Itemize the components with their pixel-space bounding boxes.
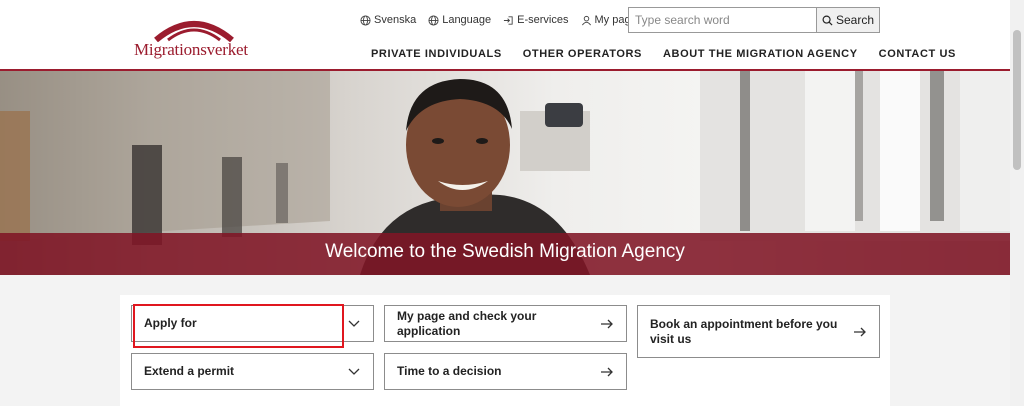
hero-title: Welcome to the Swedish Migration Agency: [325, 241, 685, 262]
nav-private-individuals[interactable]: PRIVATE INDIVIDUALS: [371, 48, 502, 60]
card-label: Book an appointment before you visit us: [650, 316, 838, 346]
scrollbar-thumb[interactable]: [1013, 30, 1021, 170]
top-link-label: Svenska: [374, 14, 417, 26]
card-label: Apply for: [144, 316, 197, 330]
arrow-right-icon: [853, 325, 867, 339]
top-link-label: E-services: [517, 14, 569, 26]
chevron-down-icon: [347, 317, 361, 331]
globe-icon: [360, 14, 371, 26]
site-header: Migrationsverket Svenska Language E-serv…: [0, 0, 1010, 70]
my-page-check-application-link[interactable]: My page and check your application: [384, 305, 627, 342]
page: Migrationsverket Svenska Language E-serv…: [0, 0, 1024, 406]
top-links: Svenska Language E-services My page: [360, 14, 637, 26]
apply-for-dropdown[interactable]: Apply for: [131, 305, 374, 342]
card-label: My page and check your application: [397, 308, 537, 338]
arrow-right-icon: [600, 365, 614, 379]
search-button[interactable]: Search: [816, 7, 880, 33]
logo-text: Migrationsverket: [134, 40, 248, 59]
language-svenska-link[interactable]: Svenska: [360, 14, 416, 26]
logo[interactable]: Migrationsverket: [134, 14, 248, 60]
language-link[interactable]: Language: [428, 14, 491, 26]
nav-about-agency[interactable]: ABOUT THE MIGRATION AGENCY: [663, 48, 858, 60]
top-link-label: Language: [442, 14, 492, 26]
extend-permit-dropdown[interactable]: Extend a permit: [131, 353, 374, 390]
search-input[interactable]: [628, 7, 816, 33]
hero-banner: Welcome to the Swedish Migration Agency: [0, 71, 1010, 275]
nav-other-operators[interactable]: OTHER OPERATORS: [523, 48, 642, 60]
time-to-decision-link[interactable]: Time to a decision: [384, 353, 627, 390]
search-button-label: Search: [835, 13, 875, 27]
arrow-right-icon: [600, 317, 614, 331]
main-nav: PRIVATE INDIVIDUALS OTHER OPERATORS ABOU…: [371, 48, 956, 60]
login-icon: [504, 15, 513, 25]
nav-contact-us[interactable]: CONTACT US: [879, 48, 956, 60]
card-label: Extend a permit: [144, 364, 235, 378]
search-icon: [822, 15, 833, 26]
e-services-link[interactable]: E-services: [503, 14, 569, 26]
user-icon: [581, 15, 591, 25]
globe-icon: [428, 14, 439, 26]
search-form: Search: [628, 7, 880, 33]
chevron-down-icon: [347, 365, 361, 379]
book-appointment-link[interactable]: Book an appointment before you visit us: [637, 305, 880, 358]
logo-arc-icon: [154, 21, 234, 42]
page-scrollbar[interactable]: [1010, 0, 1024, 406]
card-label: Time to a decision: [397, 364, 502, 378]
